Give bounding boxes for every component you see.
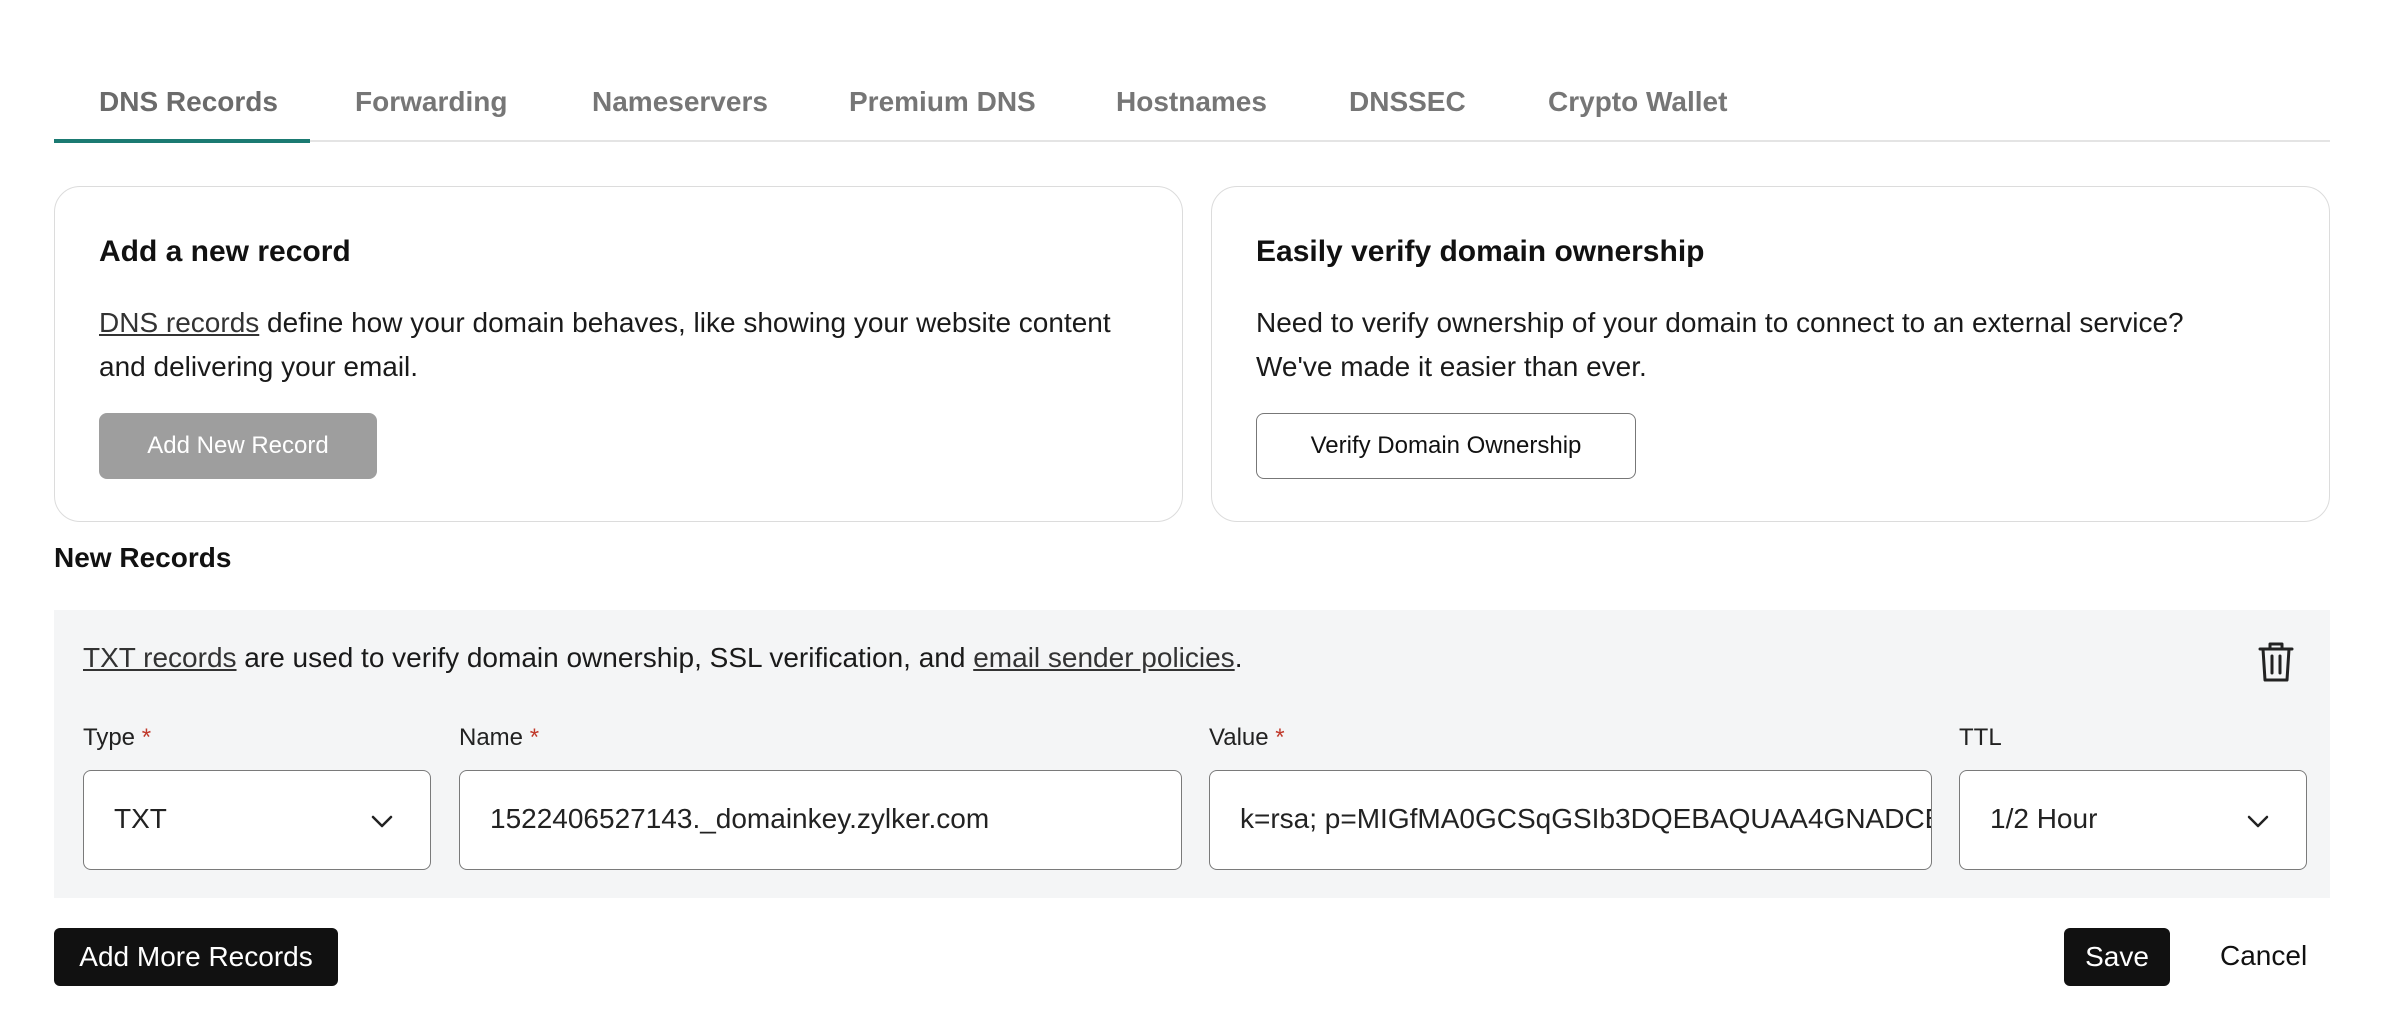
tab-forwarding[interactable]: Forwarding: [355, 86, 507, 118]
chevron-down-icon: [371, 815, 393, 828]
verify-domain-ownership-button[interactable]: Verify Domain Ownership: [1256, 413, 1636, 479]
required-marker: *: [141, 724, 152, 751]
verify-desc-line1: Need to verify ownership of your domain …: [1256, 307, 2184, 338]
add-record-desc-text: define how your domain behaves, like sho…: [259, 307, 1111, 338]
verify-ownership-description: Need to verify ownership of your domain …: [1256, 301, 2184, 389]
save-button[interactable]: Save: [2064, 928, 2170, 986]
add-record-desc-line2: and delivering your email.: [99, 351, 419, 382]
value-label: Value *: [1209, 724, 1285, 751]
ttl-label: TTL: [1959, 724, 2002, 751]
type-select-value: TXT: [114, 803, 167, 834]
value-input-value: k=rsa; p=MIGfMA0GCSqGSIb3DQEBAQUAA4GNADC…: [1240, 803, 1931, 834]
tab-hostnames[interactable]: Hostnames: [1116, 86, 1267, 118]
chevron-down-icon: [2247, 815, 2269, 828]
txt-records-link[interactable]: TXT records: [83, 642, 237, 673]
name-input[interactable]: 1522406527143._domainkey.zylker.com: [459, 770, 1182, 870]
ttl-select-value: 1/2 Hour: [1990, 803, 2098, 834]
txt-record-panel: TXT records are used to verify domain ow…: [54, 610, 2330, 898]
type-label: Type *: [83, 724, 152, 751]
add-new-record-button[interactable]: Add New Record: [99, 413, 377, 479]
dns-tabs: DNS Records Forwarding Nameservers Premi…: [54, 58, 2330, 143]
ttl-select[interactable]: 1/2 Hour: [1959, 770, 2307, 870]
cancel-button[interactable]: Cancel: [2220, 940, 2307, 972]
new-records-title: New Records: [54, 542, 232, 573]
required-marker: *: [1275, 724, 1285, 751]
required-marker: *: [529, 724, 540, 751]
add-record-description: DNS records define how your domain behav…: [99, 301, 1111, 389]
value-input[interactable]: k=rsa; p=MIGfMA0GCSqGSIb3DQEBAQUAA4GNADC…: [1209, 770, 1932, 870]
txt-info-middle: are used to verify domain ownership, SSL…: [236, 642, 974, 673]
txt-info-end: .: [1234, 642, 1243, 673]
email-sender-policies-link[interactable]: email sender policies: [973, 642, 1234, 673]
active-tab-indicator: [54, 139, 310, 143]
tab-dns-records[interactable]: DNS Records: [99, 86, 278, 118]
add-more-records-button[interactable]: Add More Records: [54, 928, 338, 986]
verify-ownership-title: Easily verify domain ownership: [1256, 235, 1705, 268]
tab-premium-dns[interactable]: Premium DNS: [849, 86, 1036, 118]
dns-records-link[interactable]: DNS records: [99, 307, 259, 338]
tab-nameservers[interactable]: Nameservers: [592, 86, 768, 118]
tab-crypto-wallet[interactable]: Crypto Wallet: [1548, 86, 1727, 118]
add-record-title: Add a new record: [99, 235, 351, 268]
add-record-card: Add a new record DNS records define how …: [54, 186, 1183, 522]
txt-record-info: TXT records are used to verify domain ow…: [83, 642, 1242, 674]
trash-icon[interactable]: [2256, 640, 2296, 684]
type-select[interactable]: TXT: [83, 770, 431, 870]
tab-dnssec[interactable]: DNSSEC: [1349, 86, 1466, 118]
verify-ownership-card: Easily verify domain ownership Need to v…: [1211, 186, 2330, 522]
name-label: Name *: [459, 724, 540, 751]
name-input-value: 1522406527143._domainkey.zylker.com: [490, 803, 990, 834]
verify-desc-line2: We've made it easier than ever.: [1256, 351, 1647, 382]
